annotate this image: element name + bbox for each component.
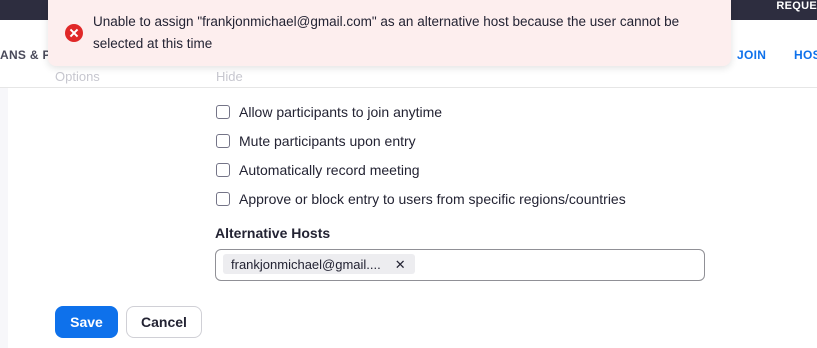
option-label: Mute participants upon entry (239, 132, 416, 149)
mute-upon-entry-checkbox[interactable] (216, 133, 230, 148)
host-chip-label: frankjonmichael@gmail.... (231, 256, 381, 272)
left-side-panel (0, 88, 8, 348)
error-x-icon (65, 24, 83, 42)
cancel-button[interactable]: Cancel (126, 306, 202, 338)
option-approve-block-regions[interactable]: Approve or block entry to users from spe… (216, 184, 626, 213)
error-toast: Unable to assign "frankjonmichael@gmail.… (48, 0, 731, 66)
meeting-options-list: Allow participants to join anytime Mute … (216, 97, 626, 213)
option-label: Allow participants to join anytime (239, 103, 443, 120)
toast-message: Unable to assign "frankjonmichael@gmail.… (93, 14, 680, 51)
top-bar-link[interactable]: REQUE (776, 0, 817, 12)
option-label: Approve or block entry to users from spe… (239, 190, 626, 207)
nav-item-host[interactable]: HOS (794, 48, 817, 62)
nav-item-plans[interactable]: ANS & PI (0, 48, 54, 62)
auto-record-checkbox[interactable] (216, 162, 230, 177)
nav-item-join[interactable]: JOIN (737, 48, 766, 62)
option-label: Automatically record meeting (239, 161, 420, 178)
approve-block-regions-checkbox[interactable] (216, 191, 230, 206)
join-anytime-checkbox[interactable] (216, 104, 230, 119)
close-icon[interactable]: ✕ (395, 258, 406, 271)
alternative-hosts-input[interactable]: frankjonmichael@gmail.... ✕ (215, 249, 705, 281)
alternative-hosts-label: Alternative Hosts (215, 225, 331, 241)
save-button[interactable]: Save (55, 306, 118, 338)
option-join-anytime[interactable]: Allow participants to join anytime (216, 97, 626, 126)
option-mute-upon-entry[interactable]: Mute participants upon entry (216, 126, 626, 155)
option-auto-record[interactable]: Automatically record meeting (216, 155, 626, 184)
options-section-label: Options (55, 69, 100, 84)
host-chip: frankjonmichael@gmail.... ✕ (223, 254, 415, 274)
hide-link[interactable]: Hide (216, 69, 243, 84)
